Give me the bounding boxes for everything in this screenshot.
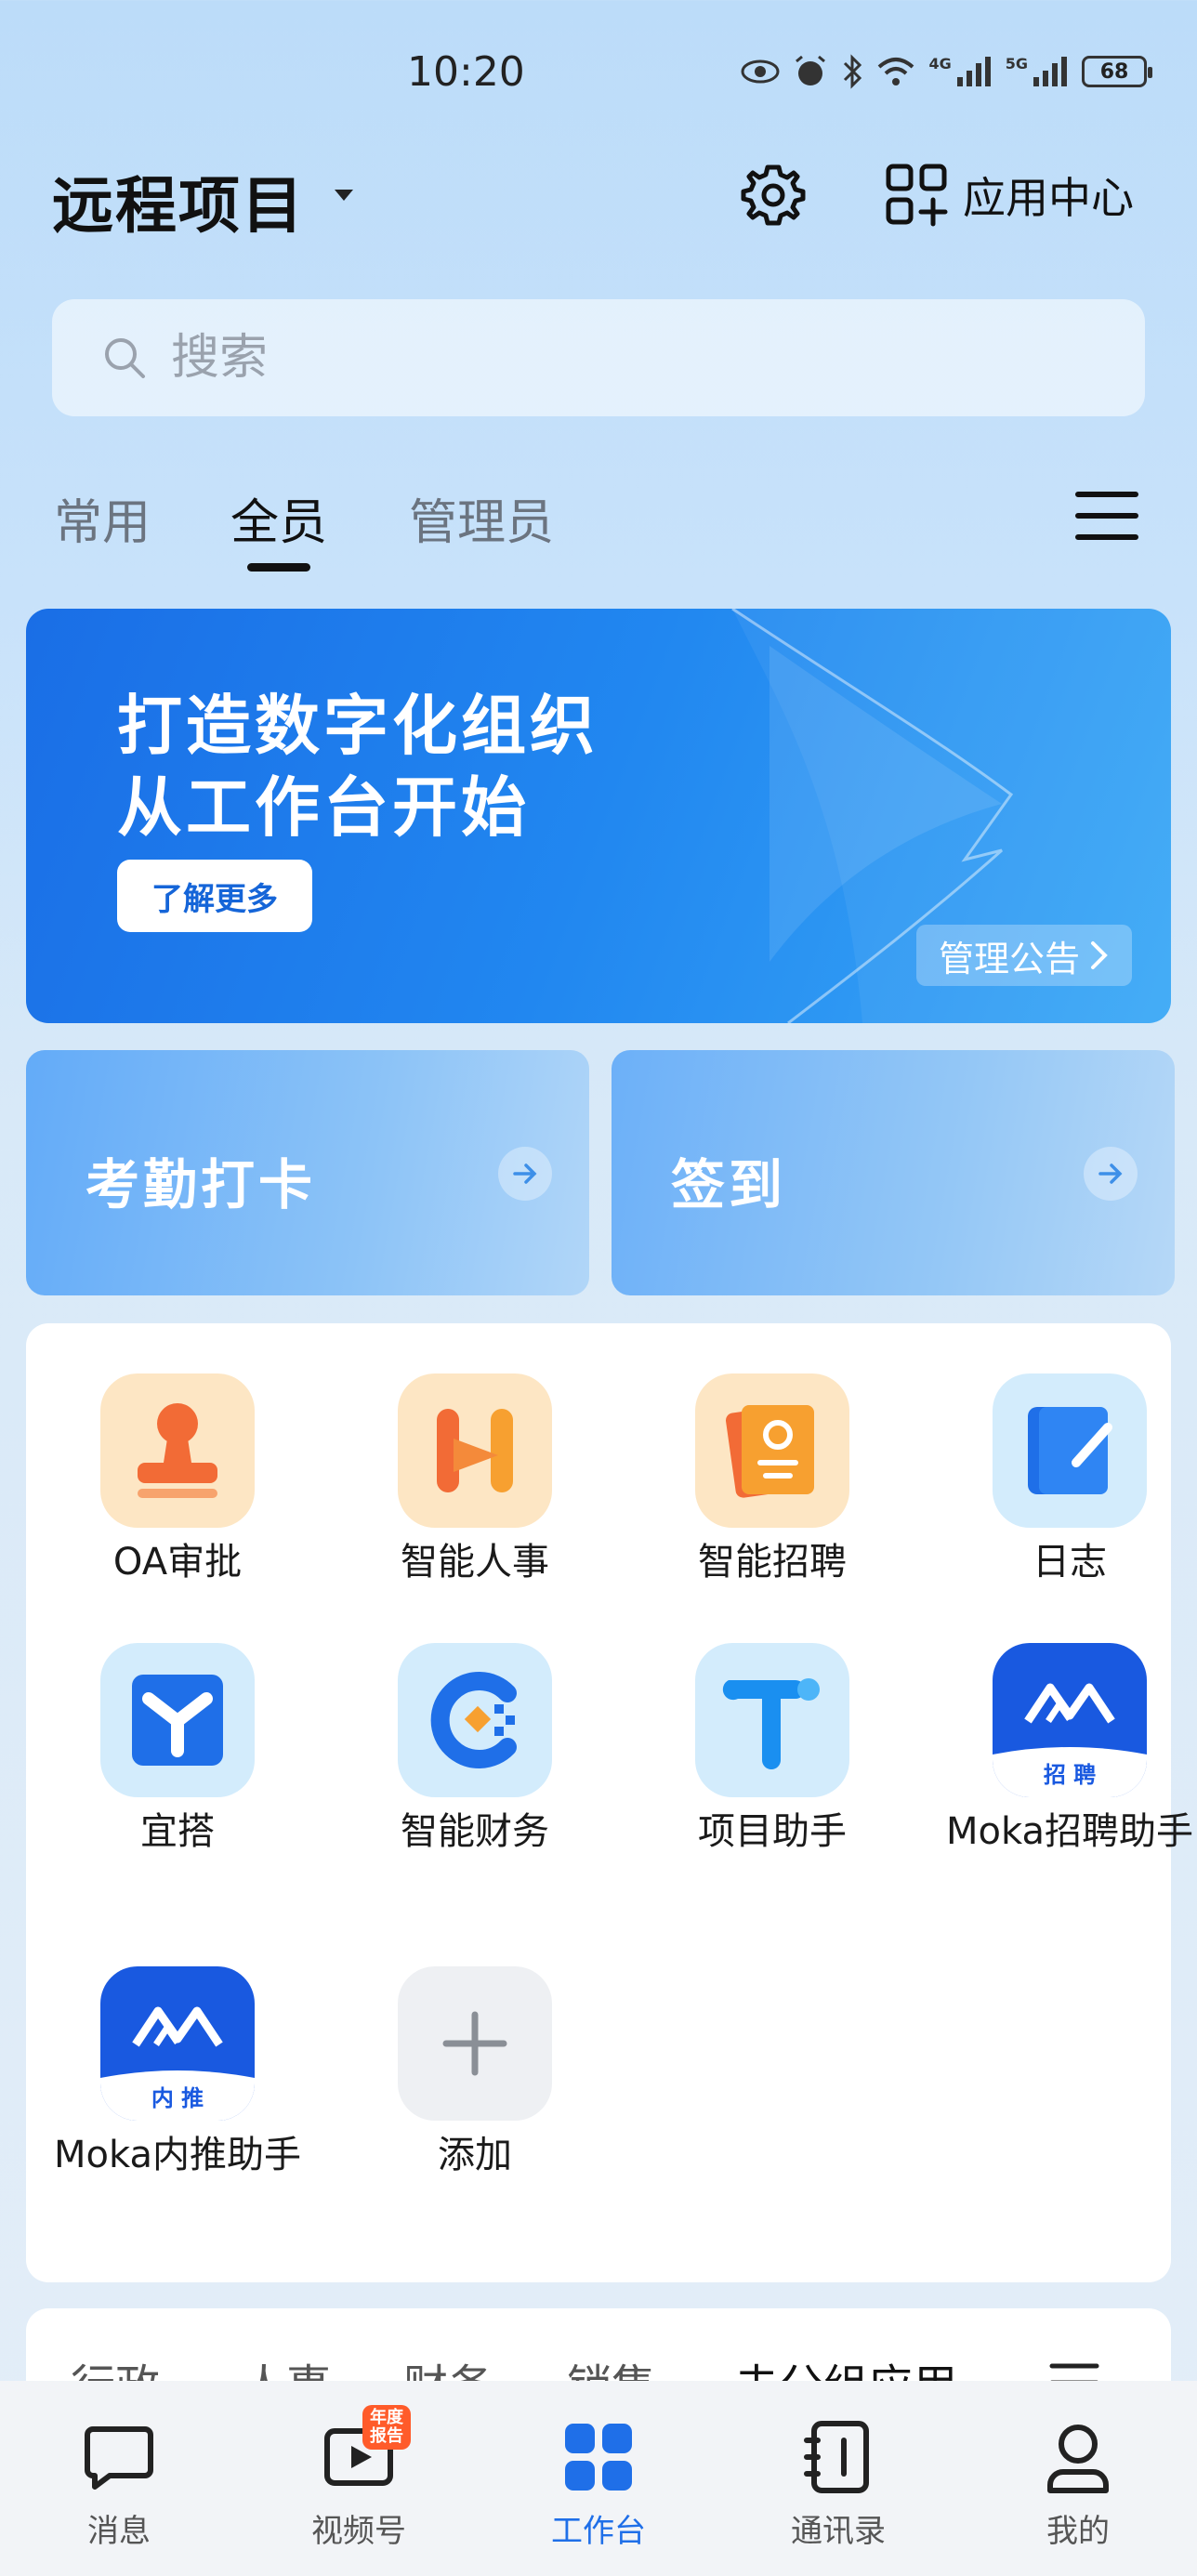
app-center-label: 应用中心	[963, 173, 1134, 223]
tab-menu-button[interactable]	[1074, 483, 1139, 548]
app-smart-recruit[interactable]: 智能招聘	[638, 1373, 907, 1587]
app-log[interactable]: 日志	[935, 1373, 1197, 1587]
app-label: 智能人事	[401, 1541, 549, 1584]
arrow-right-icon	[1084, 1147, 1138, 1201]
nav-profile[interactable]: 我的	[985, 2418, 1171, 2551]
learn-more-button[interactable]: 了解更多	[117, 860, 312, 932]
recruit-icon	[695, 1373, 849, 1528]
app-label: 日志	[1033, 1541, 1107, 1584]
app-center-button[interactable]: 应用中心	[885, 162, 1134, 229]
tab-active-indicator	[247, 563, 310, 572]
banner-title: 打造数字化组织 从工作台开始	[117, 688, 598, 846]
admin-notice-label: 管理公告	[938, 938, 1080, 979]
nav-video[interactable]: 年度报告 视频号	[266, 2405, 452, 2551]
tab-admin[interactable]: 管理员	[409, 483, 554, 553]
attendance-label: 考勤打卡	[86, 1153, 317, 1216]
nav-label: 视频号	[311, 2513, 406, 2550]
moka-recruit-icon: 招 聘	[993, 1643, 1147, 1797]
app-moka-referral[interactable]: 内 推 Moka内推助手	[43, 1966, 312, 2180]
nav-messages[interactable]: 消息	[26, 2418, 212, 2551]
app-label: Moka招聘助手	[946, 1810, 1193, 1853]
moka-referral-icon: 内 推	[100, 1966, 255, 2121]
nav-label: 工作台	[551, 2513, 646, 2550]
tab-bar: 常用 全员 管理员	[0, 474, 1197, 576]
arrow-right-icon	[498, 1147, 552, 1201]
nav-label: 我的	[1046, 2513, 1110, 2550]
header: 远程项目 应用中心	[0, 149, 1197, 242]
app-smart-finance[interactable]: 智能财务	[340, 1643, 610, 1857]
status-icons: 4G 5G 68	[741, 54, 1152, 89]
apps-panel: OA审批 智能人事 智能招聘 日志 宜搭 智能财务 项目助手 招 聘 Moka招…	[26, 1323, 1193, 2282]
profile-icon	[1039, 2418, 1117, 2496]
app-label: OA审批	[112, 1541, 243, 1584]
battery-icon: 68	[1082, 56, 1152, 87]
search-input[interactable]	[171, 330, 1007, 386]
moka-badge-text: 招 聘	[1043, 1762, 1097, 1788]
moka-badge-text: 内 推	[151, 2085, 204, 2111]
hamburger-icon	[1075, 492, 1138, 540]
status-bar: 10:20 4G 5G 68	[0, 0, 1197, 139]
app-smart-hr[interactable]: 智能人事	[340, 1373, 610, 1587]
contacts-icon	[799, 2418, 877, 2496]
nav-label: 消息	[87, 2513, 151, 2550]
checkin-card[interactable]: 签到	[612, 1050, 1175, 1295]
message-icon	[80, 2418, 158, 2496]
add-icon	[398, 1966, 552, 2121]
stamp-icon	[100, 1373, 255, 1528]
nav-label: 通讯录	[791, 2513, 886, 2550]
app-label: 智能财务	[401, 1810, 549, 1853]
eye-icon	[741, 59, 780, 84]
year-report-badge: 年度报告	[362, 2405, 411, 2450]
app-project-assistant[interactable]: 项目助手	[638, 1643, 907, 1857]
admin-notice-button[interactable]: 管理公告	[915, 925, 1132, 986]
settings-button[interactable]	[740, 162, 807, 229]
attendance-card[interactable]: 考勤打卡	[26, 1050, 589, 1295]
yida-icon	[100, 1643, 255, 1797]
finance-icon	[398, 1643, 552, 1797]
project-title[interactable]: 远程项目	[52, 156, 305, 245]
app-oa-approval[interactable]: OA审批	[43, 1373, 312, 1587]
app-moka-recruit[interactable]: 招 聘 Moka招聘助手	[935, 1643, 1197, 1857]
hr-icon	[398, 1373, 552, 1528]
bluetooth-icon	[844, 54, 862, 89]
app-label: 添加	[438, 2134, 512, 2176]
search-icon	[105, 338, 145, 378]
nav-contacts[interactable]: 通讯录	[745, 2418, 931, 2551]
checkin-label: 签到	[671, 1153, 787, 1216]
tab-all-members[interactable]: 全员	[230, 483, 327, 553]
app-yida[interactable]: 宜搭	[43, 1643, 312, 1857]
app-label: Moka内推助手	[54, 2134, 301, 2176]
video-icon: 年度报告	[320, 2405, 411, 2496]
caret-down-icon[interactable]	[335, 190, 353, 201]
search-bar[interactable]	[52, 299, 1145, 416]
app-center-icon	[886, 164, 948, 227]
gear-icon	[741, 164, 806, 226]
app-label: 宜搭	[140, 1810, 215, 1853]
app-label: 项目助手	[698, 1810, 847, 1853]
status-time: 10:20	[407, 48, 525, 96]
net-type-label: 4G	[928, 54, 952, 72]
chevron-right-icon	[1091, 941, 1108, 969]
bottom-nav: 消息 年度报告 视频号 工作台 通讯录 我的	[0, 2381, 1197, 2576]
workbench-icon	[559, 2418, 638, 2496]
promo-banner[interactable]: 打造数字化组织 从工作台开始 了解更多 管理公告	[26, 609, 1171, 1023]
nav-workbench[interactable]: 工作台	[506, 2418, 691, 2551]
signal-icon-2	[1033, 57, 1067, 86]
net-type-label-2: 5G	[1005, 54, 1028, 72]
app-label: 智能招聘	[698, 1541, 847, 1584]
log-icon	[993, 1373, 1147, 1528]
wifi-icon	[878, 58, 914, 85]
alarm-icon	[796, 55, 826, 85]
project-icon	[695, 1643, 849, 1797]
app-add[interactable]: 添加	[340, 1966, 610, 2180]
signal-icon	[956, 57, 991, 86]
tab-common[interactable]: 常用	[54, 483, 151, 553]
